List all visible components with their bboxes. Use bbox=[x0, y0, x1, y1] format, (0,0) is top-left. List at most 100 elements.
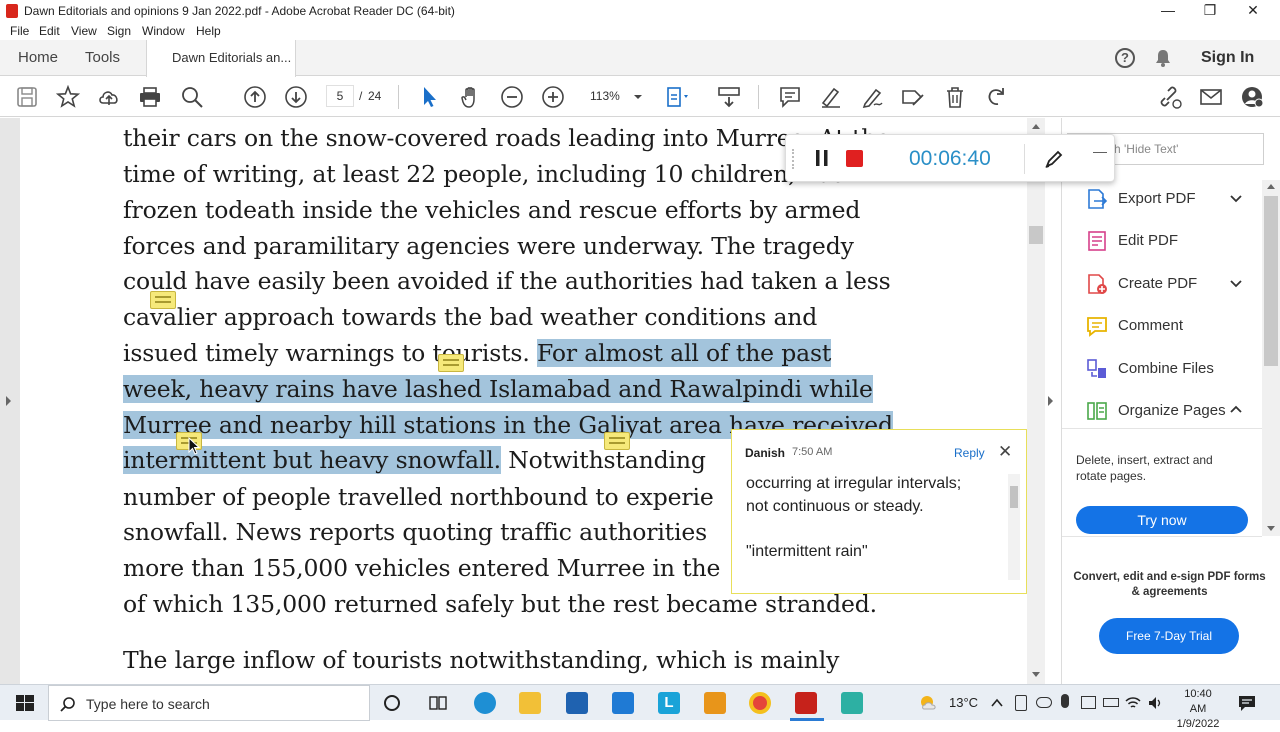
tab-document[interactable]: Dawn Editorials an... bbox=[146, 40, 296, 77]
next-page-icon[interactable] bbox=[284, 85, 308, 109]
onedrive-cloud-icon[interactable] bbox=[1036, 697, 1052, 708]
add-comment-icon[interactable] bbox=[778, 85, 802, 109]
battery-icon[interactable] bbox=[1103, 698, 1119, 707]
wifi-icon[interactable] bbox=[1125, 695, 1141, 711]
zoom-dropdown-icon[interactable] bbox=[626, 85, 650, 109]
scroll-down-icon[interactable] bbox=[1032, 672, 1040, 677]
menu-window[interactable]: Window bbox=[142, 24, 185, 38]
sign-in-button[interactable]: Sign In bbox=[1201, 40, 1254, 76]
close-comment-button[interactable]: ✕ bbox=[998, 442, 1012, 462]
menu-edit[interactable]: Edit bbox=[39, 24, 60, 38]
task-view-icon[interactable] bbox=[428, 693, 448, 713]
try-now-button[interactable]: Try now bbox=[1076, 506, 1248, 534]
scroll-down-icon[interactable] bbox=[1267, 526, 1275, 531]
tool-comment[interactable]: Comment bbox=[1086, 313, 1266, 339]
pause-icon[interactable] bbox=[814, 149, 830, 167]
sticky-note-icon[interactable] bbox=[604, 432, 630, 450]
volume-speaker-icon[interactable] bbox=[1147, 695, 1163, 711]
microsoft-store-icon[interactable] bbox=[566, 692, 588, 714]
redo-icon[interactable] bbox=[984, 85, 1008, 109]
fill-sign-icon[interactable] bbox=[901, 85, 925, 109]
chevron-down-icon[interactable] bbox=[1230, 273, 1242, 293]
chevron-down-icon[interactable] bbox=[1230, 188, 1242, 208]
windows-start-icon[interactable] bbox=[16, 695, 34, 711]
tab-tools[interactable]: Tools bbox=[85, 40, 120, 76]
zoom-out-icon[interactable] bbox=[500, 85, 524, 109]
stop-recording-icon[interactable] bbox=[846, 150, 863, 167]
tab-home[interactable]: Home bbox=[18, 40, 58, 76]
app-l-icon[interactable]: L bbox=[658, 692, 680, 714]
scroll-up-icon[interactable] bbox=[1032, 124, 1040, 129]
file-explorer-icon[interactable] bbox=[519, 692, 541, 714]
highlighted-text[interactable]: week, heavy rains have lashed Islamabad … bbox=[123, 375, 873, 403]
left-panel-toggle-icon[interactable] bbox=[6, 396, 11, 406]
system-clock[interactable]: 10:40 AM 1/9/2022 bbox=[1175, 687, 1221, 732]
pen-annotate-icon[interactable] bbox=[1044, 149, 1064, 169]
tools-pane-scrollbar[interactable] bbox=[1262, 180, 1280, 536]
draw-sign-icon[interactable] bbox=[860, 85, 884, 109]
sticky-note-icon[interactable] bbox=[438, 354, 464, 372]
scrollbar-thumb[interactable] bbox=[1010, 486, 1018, 508]
scrollbar-thumb[interactable] bbox=[1264, 196, 1278, 366]
delete-trash-icon[interactable] bbox=[943, 85, 967, 109]
search-zoom-icon[interactable] bbox=[180, 85, 204, 109]
device-icon[interactable] bbox=[1015, 695, 1027, 711]
scrollbar-thumb[interactable] bbox=[1029, 226, 1043, 244]
email-icon[interactable] bbox=[1199, 85, 1223, 109]
taskbar-search-box[interactable]: Type here to search bbox=[48, 685, 370, 721]
chevron-up-icon[interactable] bbox=[1230, 400, 1242, 420]
tool-export-pdf[interactable]: Export PDF bbox=[1086, 186, 1266, 212]
sticky-note-icon[interactable] bbox=[150, 291, 176, 309]
hand-tool-icon[interactable] bbox=[459, 85, 483, 109]
menu-file[interactable]: File bbox=[10, 24, 29, 38]
restore-button[interactable]: ❐ bbox=[1187, 0, 1233, 22]
tool-organize-pages[interactable]: Organize Pages bbox=[1086, 398, 1266, 424]
add-user-icon[interactable] bbox=[1240, 85, 1264, 109]
share-link-icon[interactable] bbox=[1158, 85, 1182, 109]
menu-view[interactable]: View bbox=[71, 24, 97, 38]
drag-handle[interactable] bbox=[792, 149, 794, 169]
previous-page-icon[interactable] bbox=[243, 85, 267, 109]
minimize-button[interactable]: — bbox=[1145, 0, 1191, 22]
help-icon[interactable]: ? bbox=[1115, 48, 1135, 68]
chrome-icon[interactable] bbox=[749, 692, 771, 714]
edge-browser-icon[interactable] bbox=[474, 692, 496, 714]
collapse-recorder-button[interactable]: — bbox=[1093, 143, 1107, 159]
weather-sun-icon[interactable] bbox=[918, 693, 940, 713]
notifications-center-icon[interactable] bbox=[1238, 694, 1256, 712]
mail-icon[interactable] bbox=[612, 692, 634, 714]
highlighted-text[interactable]: For almost all of the past bbox=[536, 339, 831, 367]
comment-text[interactable]: occurring at irregular intervals; not co… bbox=[746, 472, 1001, 563]
tool-combine-files[interactable]: Combine Files bbox=[1086, 356, 1266, 382]
right-panel-toggle-icon[interactable] bbox=[1048, 396, 1053, 406]
tool-edit-pdf[interactable]: Edit PDF bbox=[1086, 228, 1266, 254]
scroll-mode-icon[interactable] bbox=[717, 85, 741, 109]
comment-scrollbar[interactable] bbox=[1008, 474, 1020, 580]
fit-page-icon[interactable] bbox=[665, 85, 689, 109]
menu-help[interactable]: Help bbox=[196, 24, 221, 38]
screen-recorder-app-icon[interactable] bbox=[841, 692, 863, 714]
free-trial-button[interactable]: Free 7-Day Trial bbox=[1099, 618, 1239, 654]
reply-link[interactable]: Reply bbox=[954, 446, 985, 460]
scroll-up-icon[interactable] bbox=[1267, 184, 1275, 189]
document-scrollbar[interactable] bbox=[1027, 118, 1045, 684]
close-window-button[interactable]: ✕ bbox=[1230, 0, 1276, 22]
paint-app-icon[interactable] bbox=[704, 692, 726, 714]
highlight-pen-icon[interactable] bbox=[819, 85, 843, 109]
tool-create-pdf[interactable]: Create PDF bbox=[1086, 271, 1266, 297]
zoom-in-icon[interactable] bbox=[541, 85, 565, 109]
select-cursor-icon[interactable] bbox=[418, 85, 442, 109]
current-page-input[interactable]: 5 bbox=[326, 85, 354, 107]
zoom-level[interactable]: 113% bbox=[590, 89, 620, 103]
print-icon[interactable] bbox=[138, 85, 162, 109]
show-hidden-icons-chevron-icon[interactable] bbox=[990, 696, 1004, 710]
menu-sign[interactable]: Sign bbox=[107, 24, 131, 38]
acrobat-taskbar-icon[interactable] bbox=[795, 692, 817, 714]
network-icon[interactable] bbox=[1081, 696, 1096, 709]
save-icon[interactable] bbox=[15, 85, 39, 109]
bookmark-star-icon[interactable] bbox=[56, 85, 80, 109]
highlighted-text[interactable]: intermittent but heavy snowfall. bbox=[123, 446, 501, 474]
cortana-icon[interactable] bbox=[383, 694, 401, 712]
notifications-bell-icon[interactable] bbox=[1155, 49, 1171, 67]
upload-cloud-icon[interactable] bbox=[97, 85, 121, 109]
